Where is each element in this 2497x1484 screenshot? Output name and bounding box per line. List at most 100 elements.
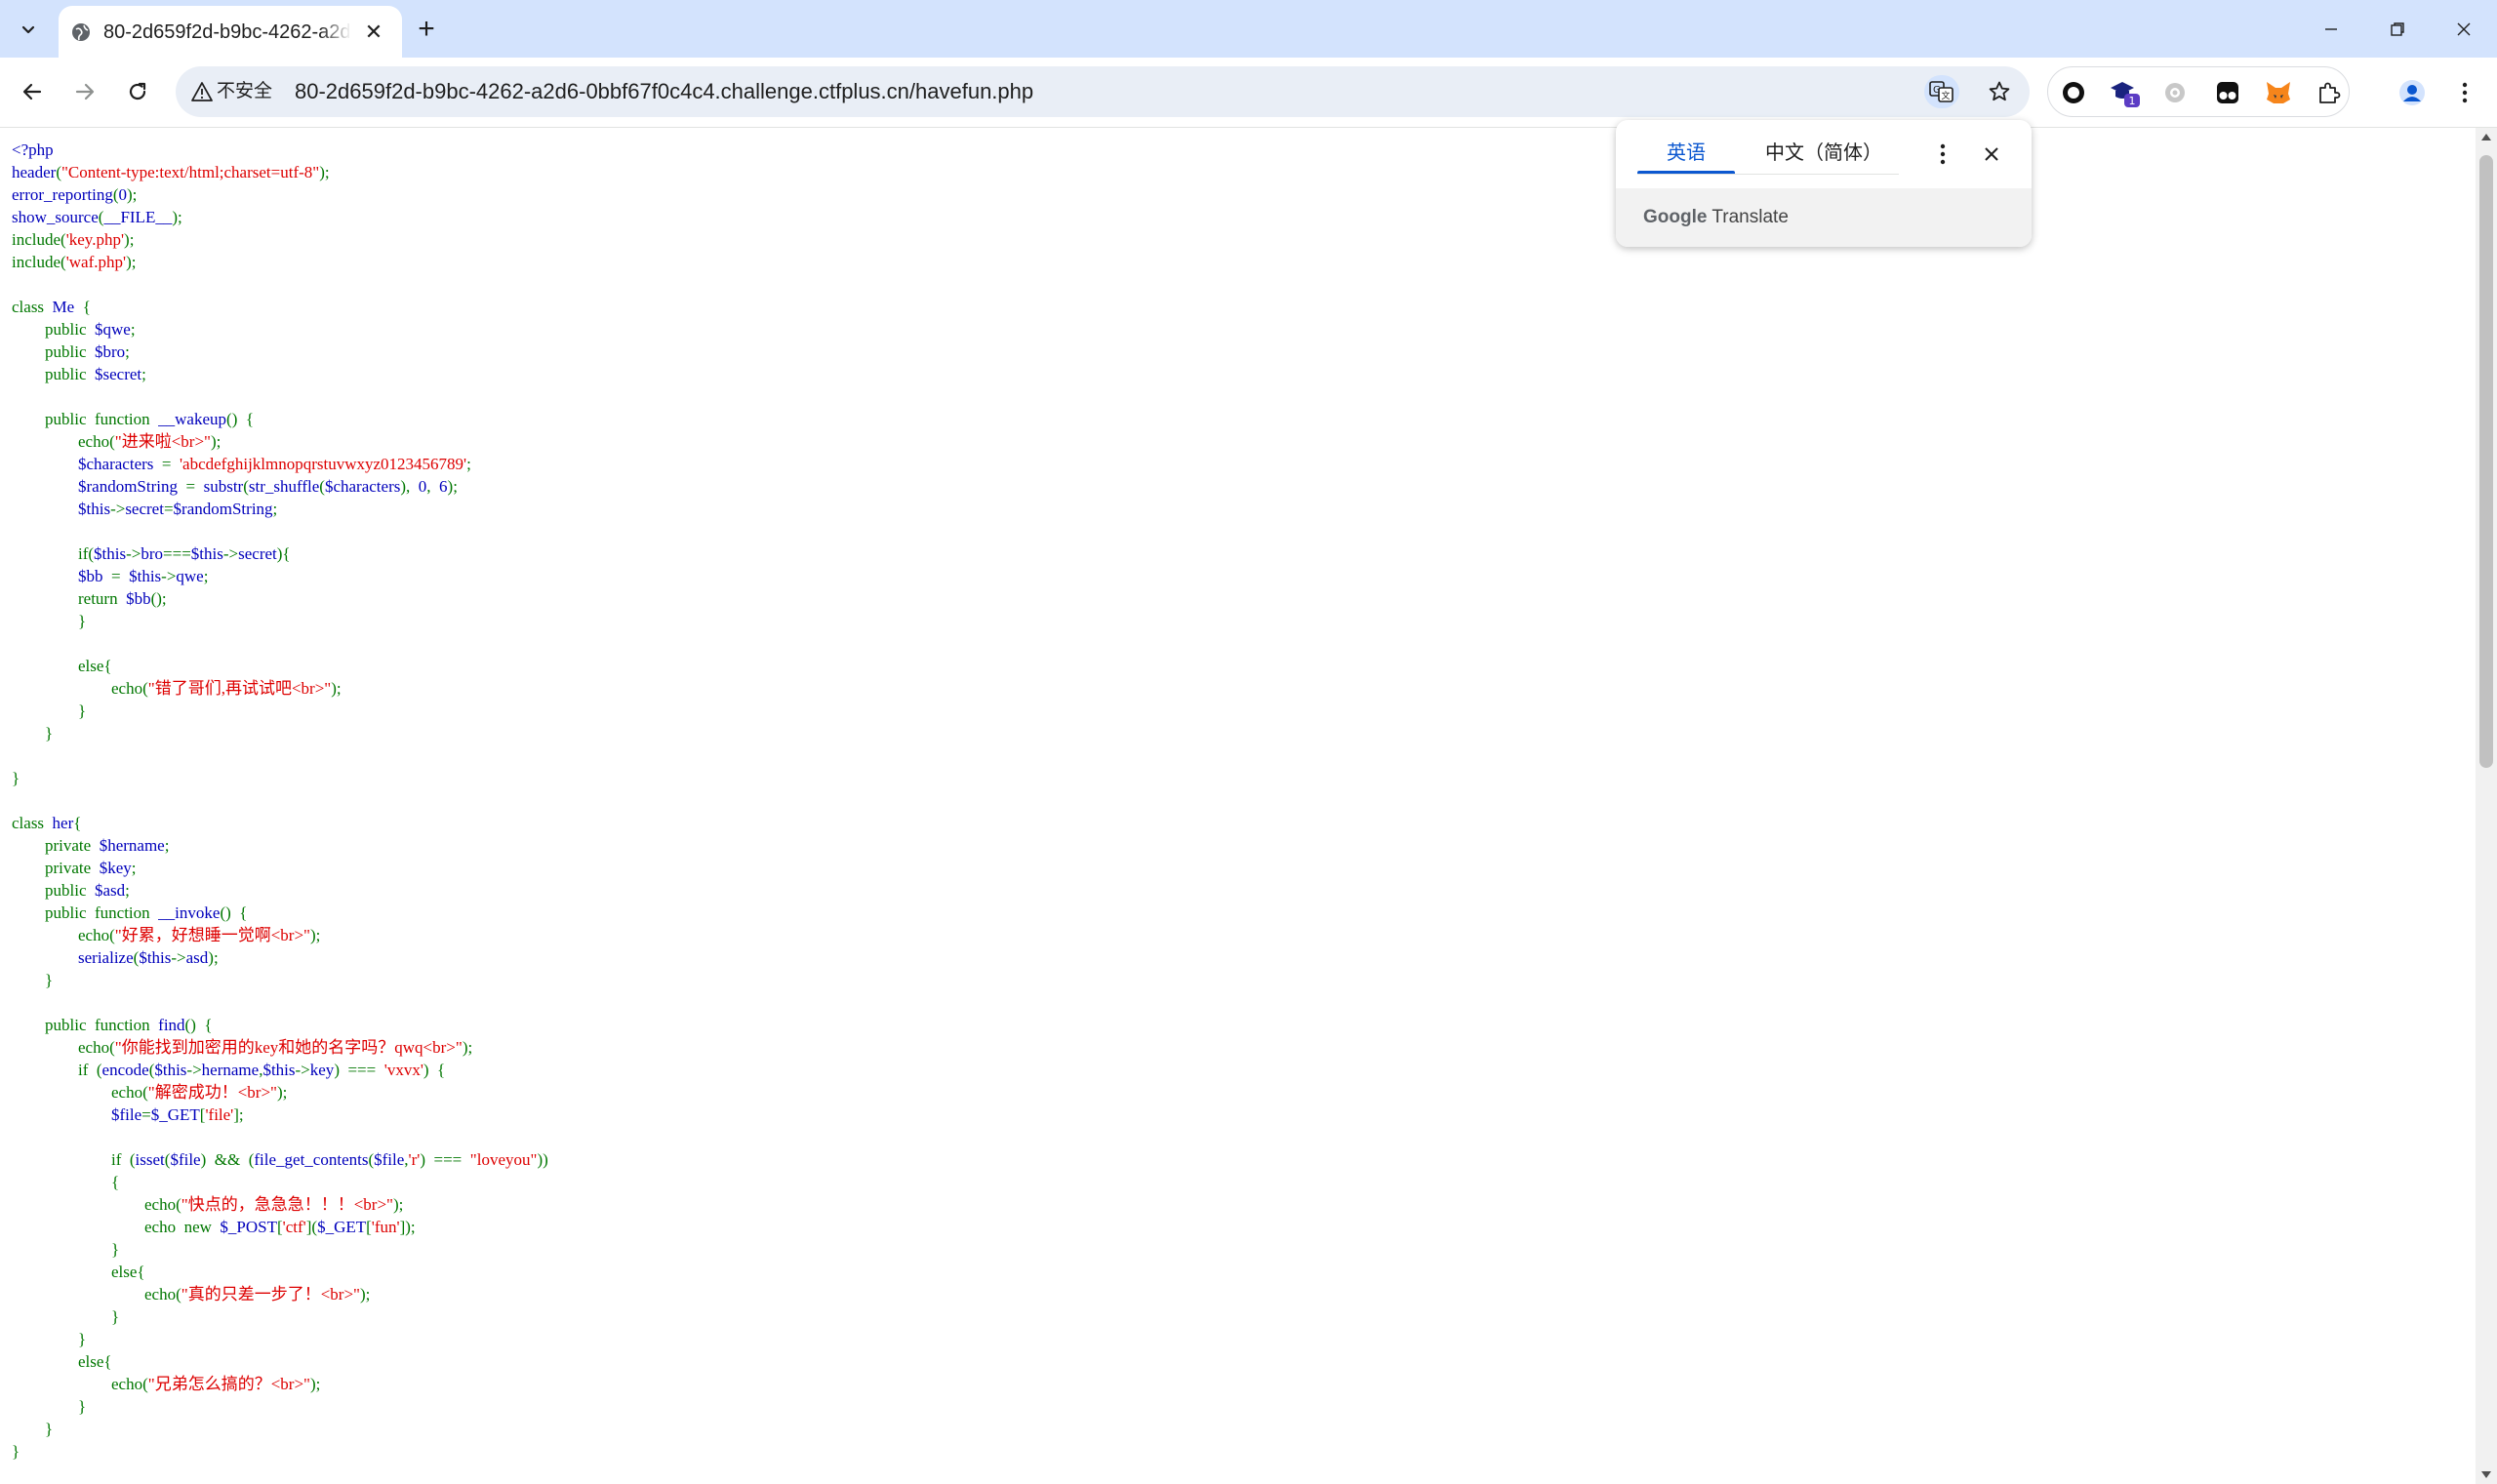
reload-button[interactable] <box>117 71 158 112</box>
tab-search-button[interactable] <box>12 14 45 45</box>
code-token: ; <box>203 567 209 585</box>
restore-icon <box>2391 21 2404 36</box>
new-tab-button[interactable]: + <box>410 13 443 45</box>
code-token: include( <box>12 253 66 271</box>
chevron-down-icon <box>21 25 35 34</box>
code-token: ); <box>124 230 135 249</box>
translate-close-button[interactable] <box>1975 138 2008 171</box>
scroll-down-arrow[interactable] <box>2481 1471 2491 1478</box>
back-button[interactable] <box>12 71 53 112</box>
code-token: () { <box>226 410 255 428</box>
code-token: public <box>45 342 95 361</box>
code-token: ); <box>276 1083 288 1102</box>
forward-button[interactable] <box>64 71 105 112</box>
browser-menu-button[interactable] <box>2447 75 2482 110</box>
scroll-up-arrow[interactable] <box>2481 134 2491 140</box>
minimize-button[interactable] <box>2297 0 2365 58</box>
code-token: ; <box>164 836 170 855</box>
warning-icon[interactable] <box>191 81 213 102</box>
reload-icon <box>129 82 146 100</box>
close-tab-button[interactable]: ✕ <box>359 18 388 47</box>
extension-graduation[interactable]: 1 <box>2107 75 2142 110</box>
code-token: ; <box>272 500 278 518</box>
code-token: $this <box>190 544 223 563</box>
code-token: if( <box>78 544 95 563</box>
code-line: { <box>12 1171 548 1193</box>
code-token: { <box>73 814 82 832</box>
code-line: } <box>12 700 548 722</box>
code-token: 'key.php' <box>65 230 125 249</box>
code-token: $this <box>262 1061 296 1079</box>
code-line: <?php <box>12 139 548 161</box>
code-line: $randomString = substr(str_shuffle($char… <box>12 475 548 498</box>
address-bar[interactable]: 不安全 80-2d659f2d-b9bc-4262-a2d6-0bbf67f0c… <box>176 66 2030 117</box>
code-token: __invoke <box>158 903 221 922</box>
code-token: public function <box>45 1016 159 1034</box>
code-line: header("Content-type:text/html;charset=u… <box>12 161 548 183</box>
code-line: echo("进来啦<br>"); <box>12 430 548 453</box>
restore-button[interactable] <box>2363 0 2432 58</box>
code-token: $this <box>12 500 111 518</box>
code-line: include('waf.php'); <box>12 251 548 273</box>
code-line: $bb = $this->qwe; <box>12 565 548 587</box>
active-tab[interactable]: 80-2d659f2d-b9bc-4262-a2d6-0bbf67f0c4c4.… <box>59 6 402 58</box>
code-line: $characters = 'abcdefghijklmnopqrstuvwxy… <box>12 453 548 475</box>
code-token: -> <box>222 544 239 563</box>
extension-tampermonkey[interactable] <box>2210 75 2245 110</box>
translate-tab-source-language[interactable]: 英语 <box>1637 136 1735 171</box>
code-token: ); <box>447 477 458 496</box>
code-token: echo( <box>78 1038 115 1057</box>
security-status-label[interactable]: 不安全 <box>217 79 272 104</box>
extension-record[interactable] <box>2056 75 2091 110</box>
code-token: $secret <box>95 365 142 383</box>
profile-icon <box>2399 80 2425 105</box>
code-token: ) === <box>334 1061 384 1079</box>
extensions-menu-button[interactable] <box>2312 75 2347 110</box>
code-token: ); <box>392 1195 404 1214</box>
close-window-button[interactable] <box>2430 0 2497 58</box>
code-token: echo( <box>111 1375 148 1393</box>
code-token: include( <box>12 230 66 249</box>
forward-arrow-icon <box>75 83 95 100</box>
browser-toolbar: 不安全 80-2d659f2d-b9bc-4262-a2d6-0bbf67f0c… <box>0 58 2497 128</box>
scrollbar-thumb[interactable] <box>2479 155 2493 768</box>
extension-gear[interactable] <box>2157 75 2193 110</box>
code-token: 'vxvx' <box>383 1061 423 1079</box>
url-text[interactable]: 80-2d659f2d-b9bc-4262-a2d6-0bbf67f0c4c4.… <box>295 77 1033 106</box>
code-token: private <box>45 859 100 877</box>
code-token: $qwe <box>95 320 131 339</box>
extension-metamask[interactable] <box>2261 75 2296 110</box>
translate-button[interactable]: G 文 <box>1924 75 1959 108</box>
code-token: str_shuffle <box>248 477 320 496</box>
code-token: } <box>45 1420 54 1438</box>
code-token: echo( <box>144 1195 181 1214</box>
code-token: public function <box>45 903 159 922</box>
code-line: $file=$_GET['file']; <box>12 1103 548 1126</box>
profile-button[interactable] <box>2395 75 2430 110</box>
code-token: ); <box>359 1285 371 1304</box>
code-line: public function __invoke() { <box>12 902 548 924</box>
code-token: ) === <box>420 1150 470 1169</box>
minimize-icon <box>2325 27 2337 30</box>
vertical-scrollbar[interactable] <box>2476 128 2497 1484</box>
code-line: show_source(__FILE__); <box>12 206 548 228</box>
bookmark-button[interactable] <box>1983 75 2016 108</box>
code-token: -> <box>161 567 177 585</box>
translate-options-button[interactable] <box>1926 138 1959 171</box>
close-icon <box>1985 147 1998 161</box>
translate-tab-target-language[interactable]: 中文（简体） <box>1752 136 1895 171</box>
